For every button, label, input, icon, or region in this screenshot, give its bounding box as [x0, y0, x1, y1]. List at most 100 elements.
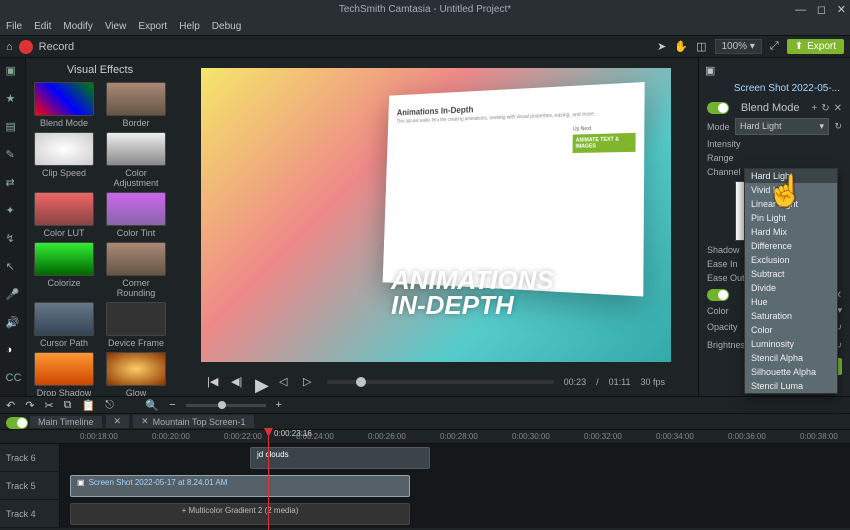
redo-icon[interactable]: ↷ — [25, 399, 34, 412]
track-lane[interactable]: + Multicolor Gradient 2 (2 media) — [60, 500, 850, 527]
close-icon[interactable]: ✕ — [837, 4, 846, 16]
cut-icon[interactable]: ✂ — [44, 399, 53, 412]
menu-help[interactable]: Help — [179, 21, 200, 32]
effect-item[interactable]: Color Tint — [102, 192, 170, 238]
mode-option[interactable]: Pin Light — [745, 211, 837, 225]
mode-option[interactable]: Color — [745, 323, 837, 337]
menu-file[interactable]: File — [6, 21, 22, 32]
minimize-icon[interactable]: — — [795, 4, 806, 16]
effect-label: Corner Rounding — [102, 278, 170, 298]
tab-main[interactable]: Main Timeline — [30, 416, 102, 428]
crop-icon[interactable]: ◫ — [696, 40, 706, 53]
audio-icon[interactable]: 🔊 — [6, 316, 20, 330]
track-lane[interactable]: ▣Screen Shot 2022-05-17 at 8.24.01 AM — [60, 472, 850, 499]
reset-icon[interactable]: ↻ — [821, 103, 829, 114]
mode-option[interactable]: Exclusion — [745, 253, 837, 267]
menu-debug[interactable]: Debug — [212, 21, 241, 32]
detach-icon[interactable]: ⤢ — [770, 40, 779, 53]
effect-item[interactable]: Color Adjustment — [102, 132, 170, 188]
playhead[interactable] — [268, 430, 269, 530]
step-back-icon[interactable]: ◀| — [231, 375, 245, 389]
mode-option[interactable]: Divide — [745, 281, 837, 295]
spotlight-toggle[interactable] — [707, 289, 729, 301]
pointer-icon[interactable]: ➤ — [657, 40, 666, 53]
time-total: 01:11 — [609, 377, 631, 387]
next-marker-icon[interactable]: ▷ — [303, 375, 317, 389]
home-icon[interactable]: ⌂ — [6, 41, 13, 53]
export-button[interactable]: ⬆Export — [787, 39, 844, 54]
reset-mode-icon[interactable]: ↻ — [834, 121, 842, 132]
remove-icon[interactable]: ✕ — [834, 103, 842, 114]
effect-item[interactable]: Border — [102, 82, 170, 128]
mode-option[interactable]: Saturation — [745, 309, 837, 323]
track-label[interactable]: Track 4 — [0, 500, 60, 527]
scrub-bar[interactable] — [327, 380, 554, 384]
effect-item[interactable]: Blend Mode — [30, 82, 98, 128]
effect-item[interactable]: Colorize — [30, 242, 98, 298]
clip-audio[interactable]: jd clouds — [250, 447, 430, 469]
favorites-icon[interactable]: ★ — [6, 92, 20, 106]
panel-grid-icon[interactable]: ▣ — [705, 65, 715, 77]
effect-item[interactable]: Color LUT — [30, 192, 98, 238]
split-icon[interactable]: ⎋ — [105, 399, 114, 412]
mode-option[interactable]: Vivid Light — [745, 183, 837, 197]
tab-mountain[interactable]: ✕Mountain Top Screen-1 — [133, 415, 253, 428]
tab-closed[interactable]: ✕ — [106, 415, 130, 428]
cursor-icon[interactable]: ↖ — [6, 260, 20, 274]
animations-icon[interactable]: ↯ — [6, 232, 20, 246]
blend-toggle[interactable] — [707, 102, 729, 114]
add-icon[interactable]: + — [811, 103, 817, 114]
mode-option[interactable]: Hard Light — [745, 169, 837, 183]
track-label[interactable]: Track 5 — [0, 472, 60, 499]
effect-item[interactable]: Clip Speed — [30, 132, 98, 188]
menu-view[interactable]: View — [105, 21, 127, 32]
mode-option[interactable]: Stencil Luma — [745, 379, 837, 393]
effect-item[interactable]: Glow — [102, 352, 170, 396]
mode-option[interactable]: Hue — [745, 295, 837, 309]
effect-item[interactable]: Corner Rounding — [102, 242, 170, 298]
captions-icon[interactable]: CC — [6, 372, 20, 386]
effect-item[interactable]: Drop Shadow — [30, 352, 98, 396]
menu-export[interactable]: Export — [138, 21, 167, 32]
library-icon[interactable]: ▤ — [6, 120, 20, 134]
transitions-icon[interactable]: ⇄ — [6, 176, 20, 190]
mode-select[interactable]: Hard Light▾ — [735, 118, 829, 135]
mode-option[interactable]: Stencil Alpha — [745, 351, 837, 365]
track-lane[interactable]: jd clouds — [60, 444, 850, 471]
mode-option[interactable]: Luminosity — [745, 337, 837, 351]
mode-option[interactable]: Linear Light — [745, 197, 837, 211]
canvas[interactable]: Animations In-Depth This tutorial walks … — [201, 68, 671, 362]
mode-option[interactable]: Hard Mix — [745, 225, 837, 239]
prev-frame-icon[interactable]: |◀ — [207, 375, 221, 389]
effect-item[interactable]: Cursor Path — [30, 302, 98, 348]
maximize-icon[interactable]: ◻ — [817, 4, 826, 16]
zoom-out-icon[interactable]: 🔍 — [145, 399, 159, 412]
media-icon[interactable]: ▣ — [6, 64, 20, 78]
record-label[interactable]: Record — [39, 41, 74, 53]
prev-marker-icon[interactable]: ◁ — [279, 375, 293, 389]
undo-icon[interactable]: ↶ — [6, 399, 15, 412]
paste-icon[interactable]: 📋 — [82, 399, 96, 412]
timeline-toggle[interactable] — [6, 417, 28, 429]
clip-gradient[interactable]: + Multicolor Gradient 2 (2 media) — [70, 503, 410, 525]
annotations-icon[interactable]: ✎ — [6, 148, 20, 162]
effect-item[interactable]: Device Frame — [102, 302, 170, 348]
mode-option[interactable]: Silhouette Alpha — [745, 365, 837, 379]
visual-icon[interactable]: ◑ — [6, 344, 20, 358]
record-icon[interactable] — [19, 40, 33, 54]
track-label[interactable]: Track 6 — [0, 444, 60, 471]
menu-edit[interactable]: Edit — [34, 21, 51, 32]
mode-dropdown[interactable]: Hard LightVivid LightLinear LightPin Lig… — [744, 168, 838, 394]
behaviors-icon[interactable]: ✦ — [6, 204, 20, 218]
mode-option[interactable]: Subtract — [745, 267, 837, 281]
hand-icon[interactable]: ✋ — [674, 40, 688, 53]
copy-icon[interactable]: ⧉ — [64, 399, 72, 412]
time-ruler[interactable]: 0:00:23:16 0:00:18:000:00:20:000:00:22:0… — [0, 430, 850, 444]
zoom-select[interactable]: 100% ▾ — [715, 39, 762, 54]
clip-video[interactable]: ▣Screen Shot 2022-05-17 at 8.24.01 AM — [70, 475, 410, 497]
menu-modify[interactable]: Modify — [63, 21, 92, 32]
zoom-slider[interactable] — [186, 404, 266, 407]
voice-icon[interactable]: 🎤 — [6, 288, 20, 302]
play-icon[interactable]: ▶ — [255, 375, 269, 389]
mode-option[interactable]: Difference — [745, 239, 837, 253]
